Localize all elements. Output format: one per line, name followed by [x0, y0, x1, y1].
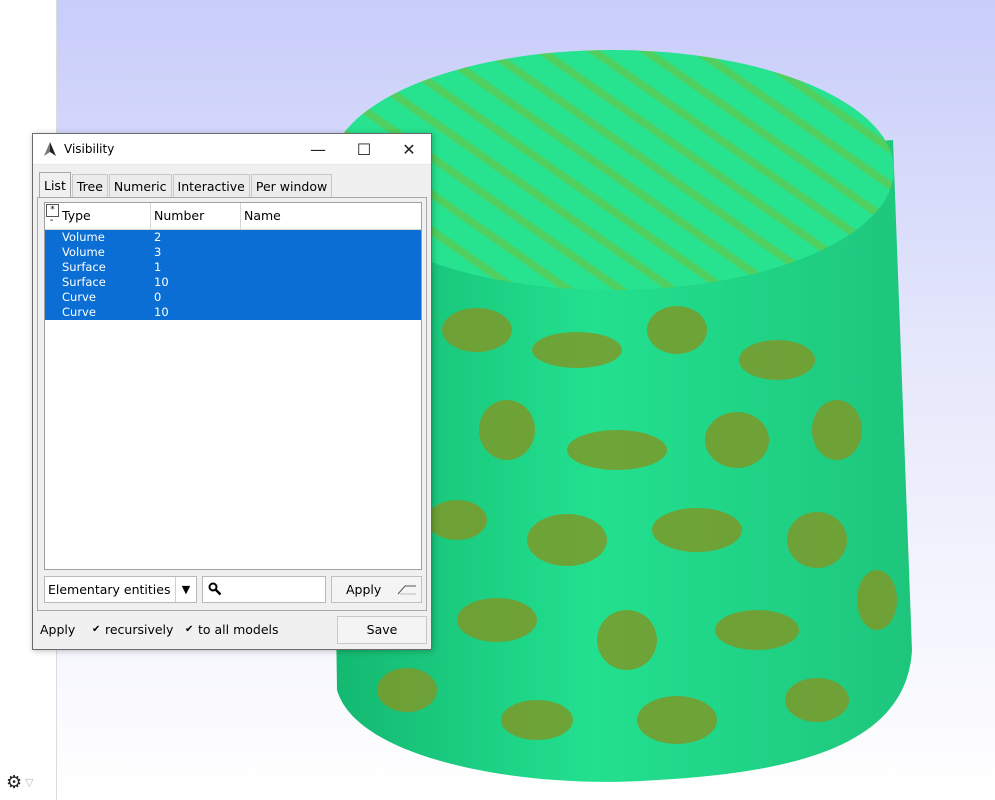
recursively-label: recursively [105, 622, 174, 637]
tab-per-window[interactable]: Per window [250, 174, 333, 198]
row-number: 10 [154, 275, 169, 289]
table-row[interactable]: Surface 1 [45, 260, 421, 275]
dialog-title: Visibility [64, 142, 115, 156]
tab-bar: List Tree Numeric Interactive Per window [39, 172, 333, 198]
row-type: Surface [62, 260, 106, 274]
table-header: * - Type Number Name [45, 203, 421, 230]
check-icon: ✔ [185, 623, 194, 635]
dropdown-arrow-icon[interactable]: ▼ [175, 577, 196, 602]
gear-icon: ⚙ [6, 771, 23, 793]
row-type: Volume [62, 230, 105, 244]
save-button[interactable]: Save [337, 616, 427, 644]
dialog-titlebar[interactable]: Visibility — ☐ ✕ [33, 134, 431, 165]
filter-bar: Elementary entities ▼ Apply [44, 576, 422, 604]
row-type: Surface [62, 275, 106, 289]
visibility-dialog: Visibility — ☐ ✕ List Tree Numeric Inter… [32, 133, 432, 650]
row-type: Curve [62, 290, 96, 304]
return-icon [397, 585, 416, 595]
search-icon [208, 582, 222, 596]
check-icon: ✔ [92, 623, 101, 635]
table-row[interactable]: Curve 0 [45, 290, 421, 305]
close-button[interactable]: ✕ [386, 134, 432, 164]
apply-filter-button[interactable]: Apply [331, 576, 422, 603]
all-models-label: to all models [198, 622, 279, 637]
close-icon: ✕ [402, 139, 416, 159]
table-row[interactable]: Volume 3 [45, 245, 421, 260]
row-number: 2 [154, 230, 162, 244]
entity-type-value: Elementary entities [48, 582, 171, 597]
row-number: 1 [154, 260, 162, 274]
minimize-icon: — [310, 139, 326, 159]
table-rows: Volume 2 Volume 3 Surface 1 Surface 10 Curve… [45, 230, 421, 320]
tab-tree[interactable]: Tree [71, 174, 108, 198]
maximize-button[interactable]: ☐ [341, 134, 387, 164]
dropdown-arrow-icon: ▽ [25, 775, 34, 789]
row-number: 0 [154, 290, 162, 304]
apply-filter-label: Apply [346, 582, 382, 597]
select-none-button[interactable]: - [46, 216, 57, 227]
row-number: 10 [154, 305, 169, 319]
row-type: Volume [62, 245, 105, 259]
row-number: 3 [154, 245, 162, 259]
table-row[interactable]: Volume 2 [45, 230, 421, 245]
maximize-icon: ☐ [356, 139, 372, 159]
list-tab-panel: * - Type Number Name Volume 2 Volume 3 Sur… [37, 197, 427, 611]
bottom-bar: Apply ✔ recursively ✔ to all models Save [39, 616, 427, 644]
recursively-checkbox[interactable]: ✔ recursively [92, 622, 173, 637]
table-row[interactable]: Curve 10 [45, 305, 421, 320]
minimize-button[interactable]: — [295, 134, 341, 164]
row-type: Curve [62, 305, 96, 319]
entity-table[interactable]: * - Type Number Name Volume 2 Volume 3 Sur… [44, 202, 422, 570]
tab-interactive[interactable]: Interactive [172, 174, 250, 198]
entity-type-select[interactable]: Elementary entities ▼ [44, 576, 197, 603]
apply-button[interactable]: Apply [40, 622, 75, 637]
column-header-type[interactable]: Type [59, 203, 151, 229]
search-input[interactable] [202, 576, 326, 603]
tab-numeric[interactable]: Numeric [108, 174, 172, 198]
settings-button[interactable]: ⚙ ▽ [6, 770, 50, 794]
table-row[interactable]: Surface 10 [45, 275, 421, 290]
column-header-number[interactable]: Number [151, 203, 241, 229]
gmsh-app-icon [44, 142, 56, 156]
all-models-checkbox[interactable]: ✔ to all models [185, 622, 279, 637]
tab-list[interactable]: List [39, 172, 71, 198]
column-header-name[interactable]: Name [241, 203, 421, 229]
